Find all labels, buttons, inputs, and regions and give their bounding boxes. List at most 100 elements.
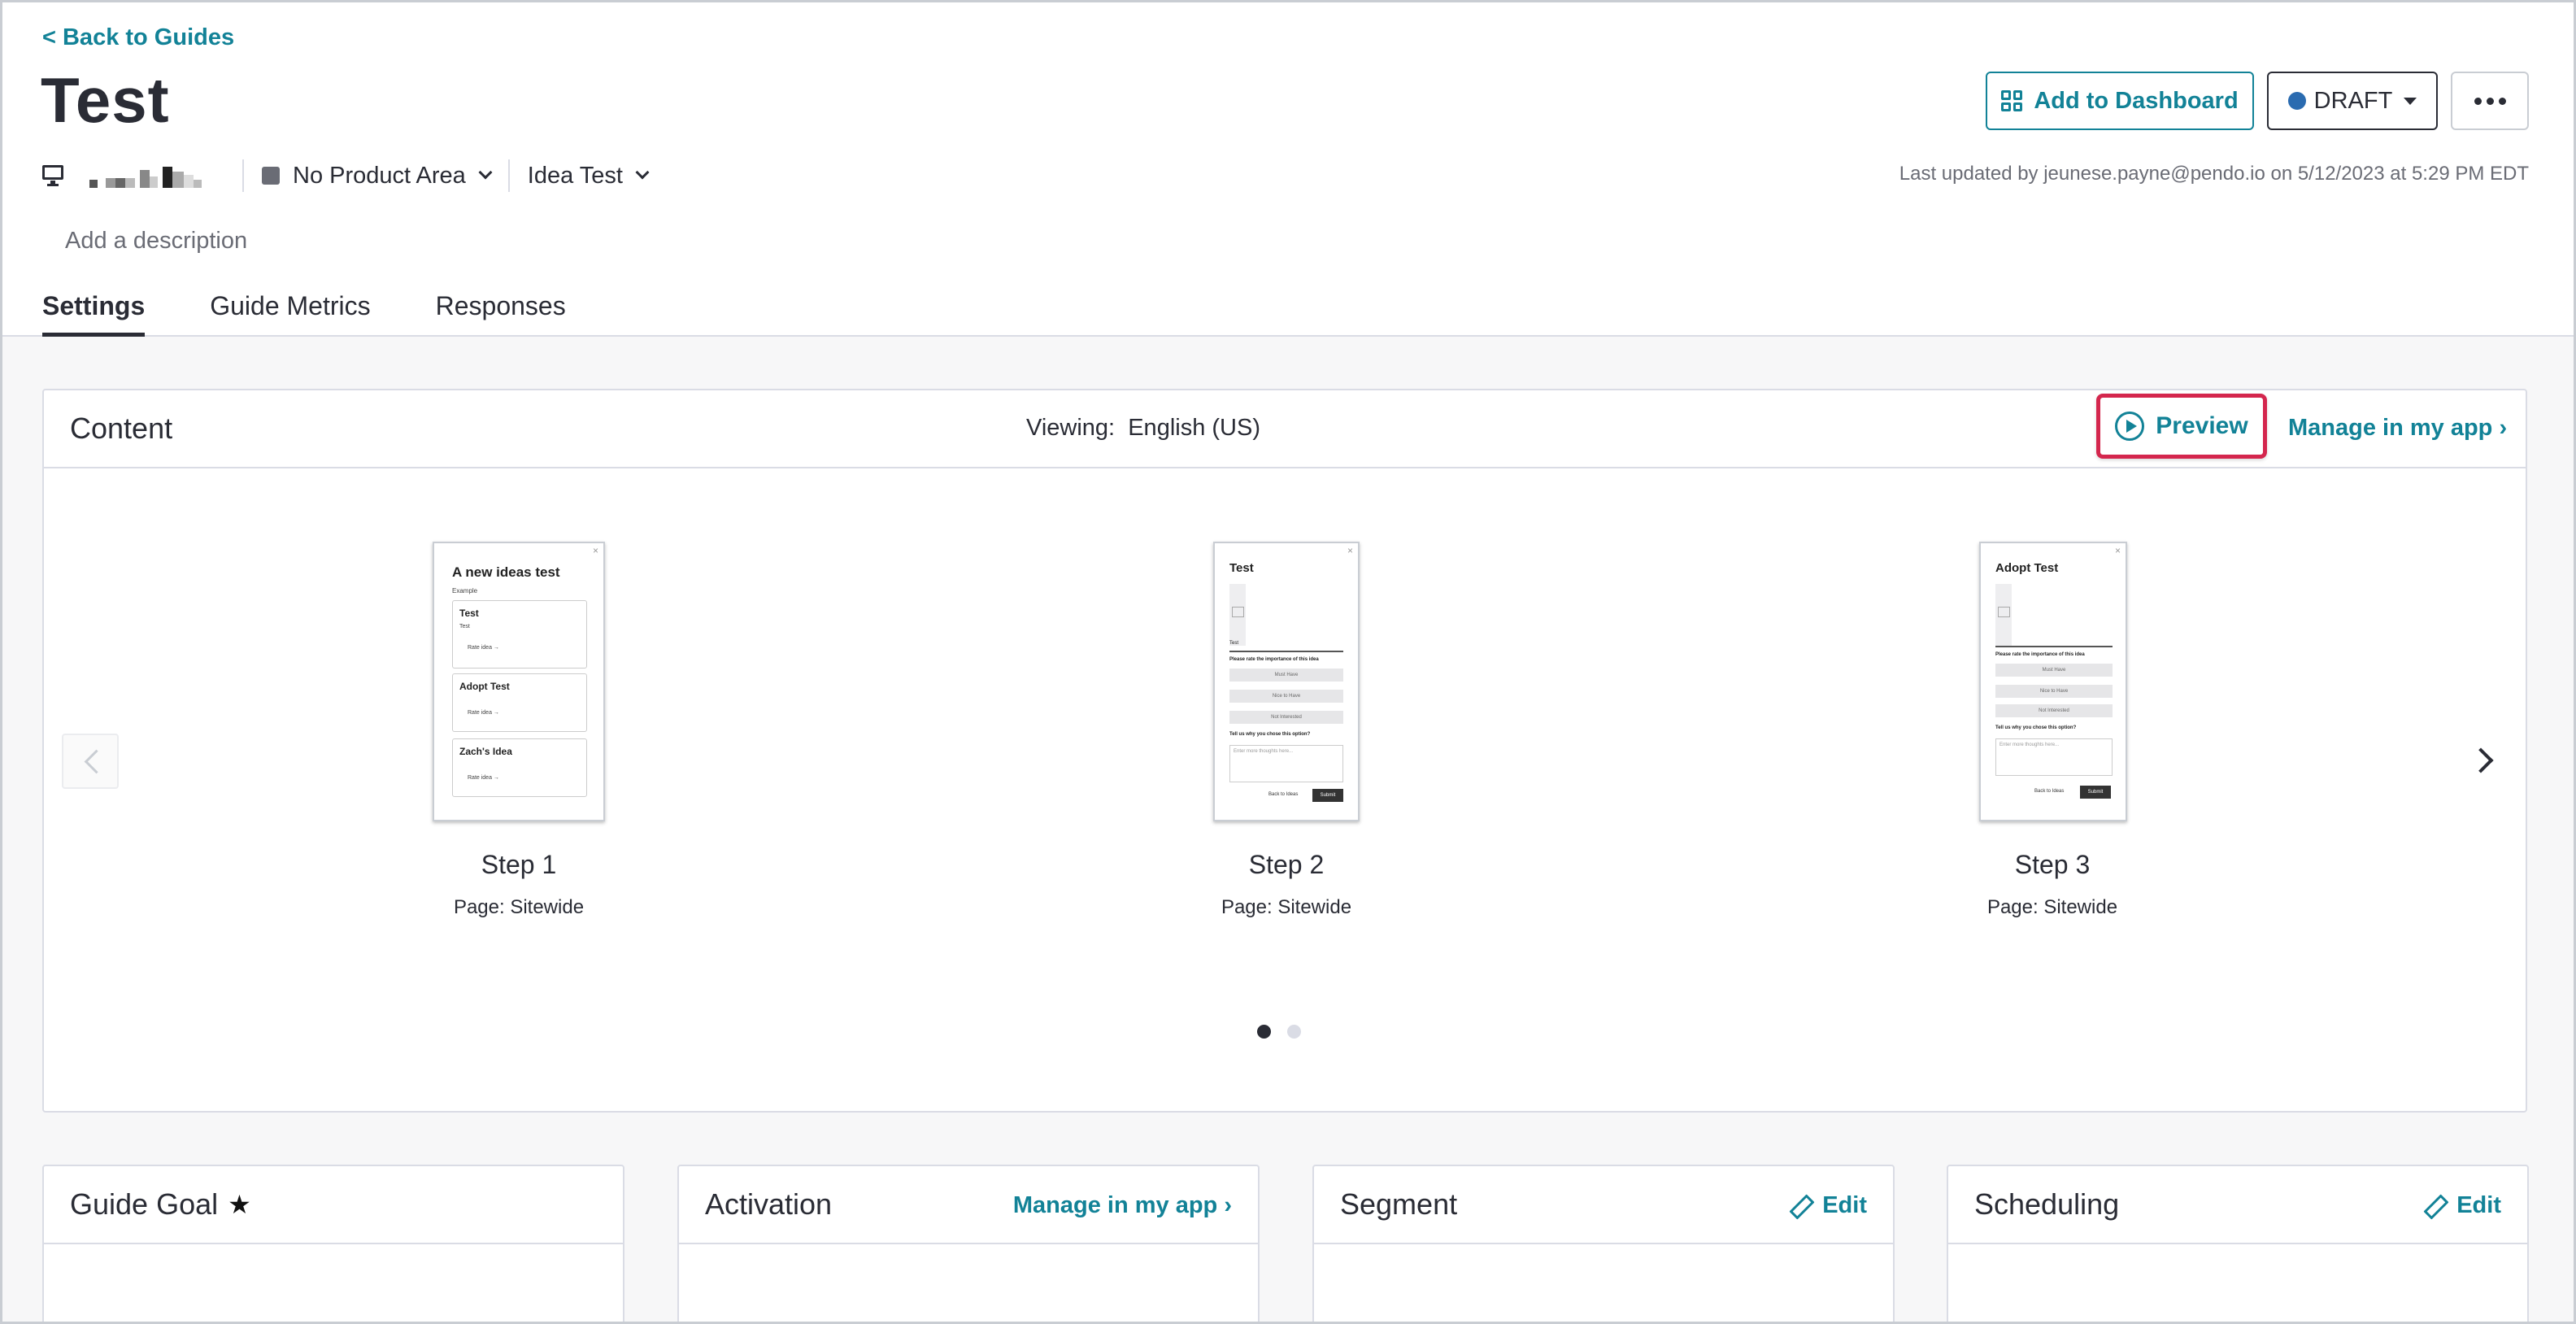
- step-2-page: Page: Sitewide: [1221, 896, 1352, 918]
- close-icon: ×: [1347, 545, 1353, 556]
- pager-dot-2[interactable]: [1287, 1025, 1301, 1039]
- guide-goal-title: Guide Goal: [70, 1187, 219, 1221]
- caret-down-icon: [2404, 97, 2417, 105]
- product-area-square-icon: [262, 167, 280, 185]
- scheduling-card: Scheduling Edit: [1947, 1165, 2529, 1324]
- thumb-why: Tell us why you chose this option?: [1229, 732, 1311, 737]
- thumb-textarea: Enter more thoughts here...: [1995, 738, 2113, 776]
- redacted-app-name: [89, 163, 202, 188]
- draft-label: DRAFT: [2313, 87, 2393, 114]
- segment-edit-button[interactable]: Edit: [1790, 1192, 1867, 1219]
- image-placeholder-icon: [1995, 584, 2012, 646]
- thumb-back: Back to Ideas: [1268, 792, 1299, 797]
- step-1-thumbnail[interactable]: × A new ideas test Example Test Test Rat…: [433, 542, 605, 821]
- dashboard-grid-icon: [2001, 90, 2023, 111]
- thumb-why: Tell us why you chose this option?: [1995, 725, 2077, 730]
- thumb-option: Not Interested: [1229, 711, 1343, 724]
- thumb-idea-card: Adopt Test Rate idea →: [452, 673, 587, 732]
- activation-manage-link[interactable]: Manage in my app ›: [1013, 1192, 1232, 1219]
- description-input[interactable]: Add a description: [65, 228, 247, 255]
- product-area-dropdown[interactable]: No Product Area: [262, 162, 493, 189]
- thumb-option: Nice to Have: [1229, 690, 1343, 703]
- segment-header: Segment Edit: [1314, 1166, 1893, 1244]
- thumb-card-rate: Rate idea →: [468, 710, 499, 716]
- thumb-card-title: Test: [459, 608, 479, 619]
- thumb-card-sub: Test: [459, 624, 470, 629]
- thumb-card-title: Adopt Test: [459, 681, 510, 692]
- thumb-option: Must Have: [1995, 664, 2113, 677]
- segment-edit-label: Edit: [1822, 1192, 1867, 1218]
- thumb-title: A new ideas test: [452, 564, 560, 580]
- thumb-question: Please rate the importance of this idea: [1229, 657, 1319, 662]
- add-to-dashboard-label: Add to Dashboard: [2034, 87, 2239, 114]
- viewing-label: Viewing:: [1026, 415, 1116, 441]
- tab-settings[interactable]: Settings: [42, 291, 146, 337]
- manage-in-my-app-link[interactable]: Manage in my app ›: [2288, 415, 2507, 442]
- back-to-guides-link[interactable]: < Back to Guides: [42, 24, 234, 51]
- thumb-idea-card: Test Test Rate idea →: [452, 600, 587, 669]
- activation-title: Activation: [705, 1187, 833, 1221]
- thumb-submit: Submit: [2080, 786, 2111, 799]
- play-circle-icon: [2115, 412, 2145, 441]
- pencil-icon: [2424, 1196, 2445, 1217]
- preview-label: Preview: [2156, 412, 2248, 439]
- thumb-option: Must Have: [1229, 669, 1343, 682]
- page-title: Test: [41, 64, 170, 136]
- carousel-next-button[interactable]: [2457, 734, 2514, 789]
- activation-header: Activation Manage in my app ›: [679, 1166, 1258, 1244]
- chevron-down-icon: [635, 165, 650, 180]
- scheduling-title: Scheduling: [1974, 1187, 2120, 1221]
- activation-card: Activation Manage in my app ›: [677, 1165, 1260, 1324]
- step-3-label: Step 3: [2014, 850, 2091, 879]
- tab-guide-metrics[interactable]: Guide Metrics: [210, 291, 370, 337]
- thumb-title: Adopt Test: [1995, 561, 2059, 575]
- app-dropdown[interactable]: Idea Test: [528, 163, 650, 189]
- thumb-title: Test: [1229, 561, 1254, 575]
- guide-goal-title-wrap: Guide Goal ★: [70, 1187, 251, 1222]
- step-1-page: Page: Sitewide: [453, 896, 585, 918]
- more-options-button[interactable]: [2451, 72, 2529, 130]
- step-3-page: Page: Sitewide: [1986, 896, 2118, 918]
- guide-meta-row: No Product Area Idea Test: [42, 159, 650, 192]
- step-1-label: Step 1: [481, 850, 557, 879]
- segment-card: Segment Edit: [1312, 1165, 1895, 1324]
- step-3-thumbnail[interactable]: × Adopt Test Please rate the importance …: [1979, 542, 2127, 821]
- thumb-option: Nice to Have: [1995, 685, 2113, 698]
- thumb-subtitle: Example: [452, 587, 478, 594]
- step-2-thumbnail[interactable]: × Test Test Please rate the importance o…: [1213, 542, 1360, 821]
- main-area: Content Viewing: English (US) Preview Ma…: [0, 337, 2576, 1324]
- close-icon: ×: [592, 545, 598, 556]
- thumb-question: Please rate the importance of this idea: [1995, 652, 2085, 657]
- content-panel: Content Viewing: English (US) Preview Ma…: [42, 389, 2527, 1113]
- product-area-label: No Product Area: [293, 162, 466, 189]
- tab-responses[interactable]: Responses: [436, 291, 566, 337]
- divider: [507, 159, 510, 192]
- image-placeholder-icon: [1229, 584, 1246, 646]
- pager-dot-1[interactable]: [1257, 1025, 1271, 1039]
- tab-bar: Settings Guide Metrics Responses: [42, 291, 566, 337]
- segment-title: Segment: [1340, 1187, 1458, 1221]
- step-2-label: Step 2: [1248, 850, 1325, 879]
- guide-goal-header: Guide Goal ★: [44, 1166, 623, 1244]
- thumb-card-title: Zach's Idea: [459, 746, 512, 757]
- content-panel-header: Content Viewing: English (US) Preview Ma…: [44, 390, 2526, 468]
- thumb-divider: [1995, 646, 2113, 647]
- divider: [242, 159, 244, 192]
- thumb-option: Not Interested: [1995, 704, 2113, 717]
- thumb-back: Back to Ideas: [2034, 789, 2065, 794]
- add-to-dashboard-button[interactable]: Add to Dashboard: [1986, 72, 2254, 130]
- viewing-language[interactable]: Viewing: English (US): [1026, 415, 1260, 442]
- pencil-icon: [1790, 1196, 1811, 1217]
- chevron-down-icon: [478, 165, 493, 180]
- desktop-monitor-icon: [42, 165, 65, 186]
- scheduling-header: Scheduling Edit: [1948, 1166, 2527, 1244]
- thumb-idea-card: Zach's Idea Rate idea →: [452, 738, 587, 797]
- thumb-submit: Submit: [1312, 789, 1343, 802]
- thumb-card-rate: Rate idea →: [468, 645, 499, 651]
- carousel-prev-button[interactable]: [62, 734, 119, 789]
- more-horizontal-icon: [2474, 97, 2506, 105]
- scheduling-edit-button[interactable]: Edit: [2424, 1192, 2501, 1219]
- thumb-caption: Test: [1229, 641, 1239, 646]
- draft-status-dropdown[interactable]: DRAFT: [2267, 72, 2438, 130]
- preview-button[interactable]: Preview: [2096, 394, 2267, 459]
